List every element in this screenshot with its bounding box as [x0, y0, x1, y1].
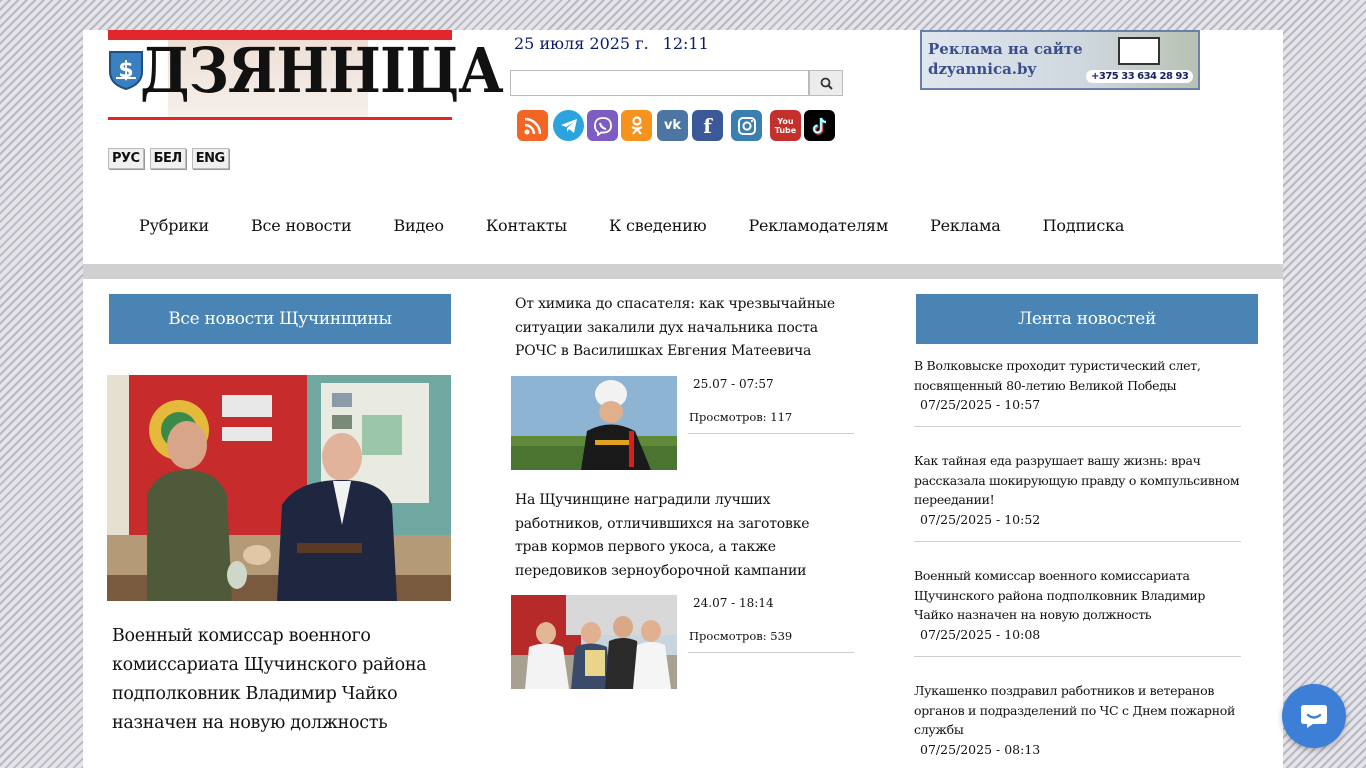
feed-item[interactable]: В Волковыске проходит туристический слет…: [914, 356, 1241, 412]
nav-info[interactable]: К сведению: [609, 216, 707, 235]
feed-item[interactable]: Лукашенко поздравил работников и ветеран…: [914, 681, 1241, 757]
nav-advertisers[interactable]: Рекламодателям: [748, 216, 888, 235]
page: $ ДЗЯННІЦА РУС БЕЛ ENG 25 июля 2025 г. 12…: [83, 30, 1283, 768]
vk-icon[interactable]: vk: [657, 110, 688, 141]
odnoklassniki-icon[interactable]: [621, 110, 652, 141]
news-title-1[interactable]: От химика до спасателя: как чрезвычайные…: [515, 293, 845, 364]
main-nav: Рубрики Все новости Видео Контакты К све…: [139, 216, 1166, 235]
current-date: 25 июля 2025 г.: [514, 34, 649, 53]
feed-item-time: 07/25/2025 - 10:52: [920, 511, 1041, 527]
header-divider: [83, 264, 1283, 279]
feed-item[interactable]: Военный комиссар военного комиссариата Щ…: [914, 566, 1241, 642]
feed-item-time: 07/25/2025 - 10:08: [920, 626, 1041, 642]
language-switcher: РУС БЕЛ ENG: [108, 148, 229, 169]
viber-icon[interactable]: [587, 110, 618, 141]
feed-item-title[interactable]: В Волковыске проходит туристический слет…: [914, 356, 1241, 395]
news-date-1: 25.07 - 07:57: [693, 377, 774, 391]
social-links: vk f You Tube: [517, 110, 847, 142]
search-icon: [820, 77, 833, 90]
logo-bottom-bar: [108, 117, 452, 120]
nav-advertising[interactable]: Реклама: [930, 216, 1001, 235]
news-separator-1: [688, 433, 854, 434]
lang-ru[interactable]: РУС: [108, 148, 144, 169]
ad-phone: +375 33 634 28 93: [1086, 70, 1194, 83]
rss-icon[interactable]: [517, 110, 548, 141]
monitor-icon: [1118, 37, 1160, 65]
lang-en[interactable]: ENG: [191, 148, 229, 169]
site-logo[interactable]: $ ДЗЯННІЦА: [108, 30, 504, 122]
feed-item-title[interactable]: Военный комиссар военного комиссариата Щ…: [914, 566, 1241, 625]
current-time: 12:11: [662, 34, 709, 53]
search-input[interactable]: [510, 70, 809, 96]
nav-subscription[interactable]: Подписка: [1043, 216, 1125, 235]
youtube-icon[interactable]: You Tube: [770, 110, 801, 141]
feed-separator: [914, 426, 1241, 427]
feed-item[interactable]: Как тайная еда разрушает вашу жизнь: вра…: [914, 451, 1241, 527]
logo-text: ДЗЯННІЦА: [140, 34, 504, 107]
news-feed-heading[interactable]: Лента новостей: [916, 294, 1258, 344]
nav-contacts[interactable]: Контакты: [486, 216, 567, 235]
news-separator-2: [688, 652, 854, 653]
feed-item-title[interactable]: Как тайная еда разрушает вашу жизнь: вра…: [914, 451, 1241, 510]
news-views-1: Просмотров: 117: [689, 410, 793, 424]
search-form: [510, 70, 843, 96]
nav-video[interactable]: Видео: [393, 216, 444, 235]
instagram-icon[interactable]: [731, 110, 762, 141]
telegram-icon[interactable]: [553, 110, 584, 141]
feed-item-time: 07/25/2025 - 10:57: [920, 397, 1041, 412]
search-button[interactable]: [809, 70, 843, 96]
chat-widget-button[interactable]: [1282, 684, 1346, 748]
feed-separator: [914, 541, 1241, 542]
lang-be[interactable]: БЕЛ: [149, 148, 186, 169]
main-news-title[interactable]: Военный комиссар военного комиссариата Щ…: [112, 622, 442, 738]
tiktok-icon[interactable]: [804, 110, 835, 141]
feed-separator: [914, 656, 1241, 657]
ad-line1: Реклама на сайте: [928, 40, 1083, 58]
all-news-heading[interactable]: Все новости Щучинщины: [109, 294, 451, 344]
current-datetime: 25 июля 2025 г. 12:11: [514, 34, 723, 53]
svg-text:$: $: [118, 58, 133, 83]
news-date-2: 24.07 - 18:14: [693, 596, 774, 610]
coat-of-arms-icon: $: [109, 51, 143, 90]
nav-rubrics[interactable]: Рубрики: [139, 216, 209, 235]
news-title-2[interactable]: На Щучинщине наградили лучших работников…: [515, 489, 845, 583]
news-thumb-1[interactable]: [511, 376, 677, 470]
main-news-photo[interactable]: [107, 375, 451, 601]
nav-all-news[interactable]: Все новости: [251, 216, 352, 235]
feed-item-time: 07/25/2025 - 08:13: [920, 741, 1041, 757]
facebook-icon[interactable]: f: [692, 110, 723, 141]
feed-item-title[interactable]: Лукашенко поздравил работников и ветеран…: [914, 681, 1241, 740]
ad-banner[interactable]: Реклама на сайте dzyannica.by +375 33 63…: [920, 30, 1200, 90]
news-thumb-2[interactable]: [511, 595, 677, 689]
ad-line2: dzyannica.by: [928, 60, 1037, 78]
chat-icon: [1301, 705, 1327, 728]
news-views-2: Просмотров: 539: [689, 629, 793, 643]
